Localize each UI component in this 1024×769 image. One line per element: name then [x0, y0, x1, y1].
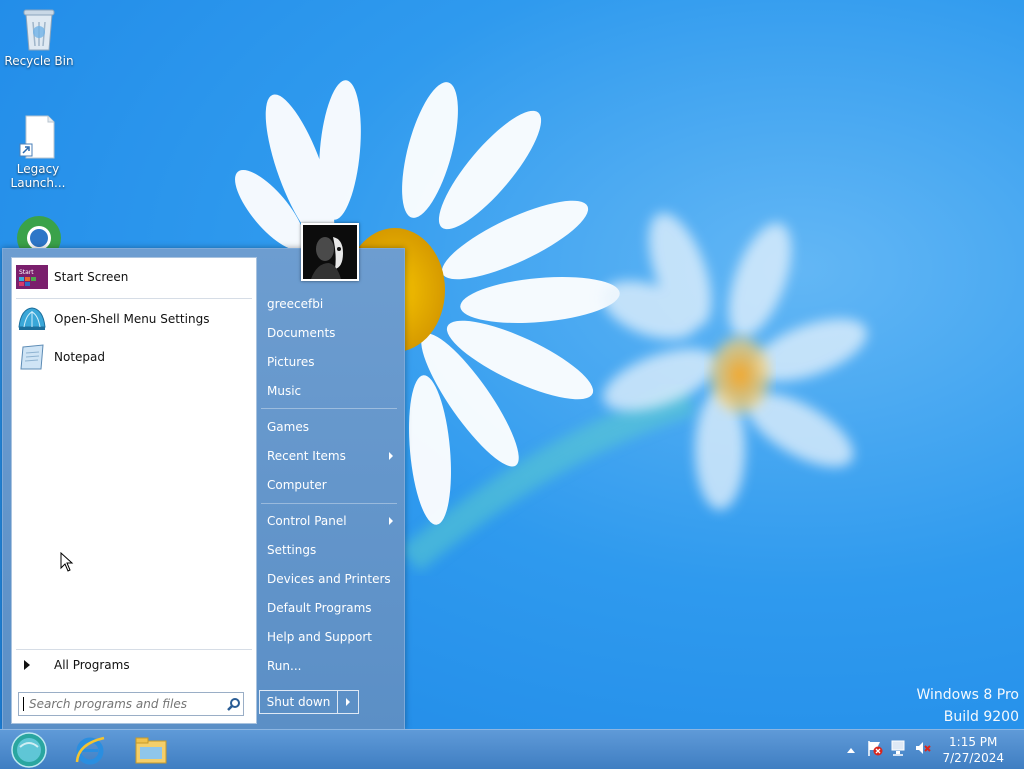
desktop-icon-legacy-launcher[interactable]: Legacy Launch...: [2, 114, 74, 190]
search-icon[interactable]: [225, 697, 243, 711]
taskbar-internet-explorer[interactable]: [61, 730, 119, 769]
menu-item-control-panel[interactable]: Control Panel: [259, 509, 399, 533]
menu-item-label: Help and Support: [267, 630, 372, 644]
start-menu: Start Start Screen Open-Shell Menu Setti…: [2, 223, 405, 730]
menu-item-label: Run...: [267, 659, 302, 673]
user-avatar[interactable]: [301, 223, 359, 281]
action-center-flag-icon[interactable]: [866, 739, 884, 760]
menu-separator: [261, 503, 397, 504]
pinned-item-start-screen[interactable]: Start Start Screen: [16, 262, 252, 292]
desktop-icon-browser[interactable]: [3, 214, 75, 260]
watermark-edition: Windows 8 Pro: [916, 687, 1019, 703]
start-button[interactable]: [0, 730, 58, 769]
pinned-item-notepad[interactable]: Notepad: [16, 342, 252, 372]
menu-item-devices-printers[interactable]: Devices and Printers: [259, 567, 399, 591]
svg-text:Start: Start: [19, 269, 34, 276]
desktop-icon-label: Legacy Launch...: [10, 162, 66, 190]
volume-muted-icon[interactable]: [914, 739, 932, 760]
menu-item-music[interactable]: Music: [259, 379, 399, 403]
menu-item-pictures[interactable]: Pictures: [259, 350, 399, 374]
shutdown-label: Shut down: [266, 695, 331, 709]
shutdown-options-button[interactable]: [338, 691, 358, 713]
all-programs-button[interactable]: All Programs: [16, 654, 252, 676]
windows-version-watermark: Windows 8 Pro Build 9200: [916, 684, 1019, 728]
menu-item-recent-items[interactable]: Recent Items: [259, 444, 399, 468]
chevron-right-icon: [346, 698, 350, 706]
network-icon[interactable]: [890, 739, 908, 760]
pinned-item-label: Open-Shell Menu Settings: [54, 312, 210, 326]
user-name: greecefbi: [267, 297, 324, 311]
pinned-item-label: Notepad: [54, 350, 105, 364]
notepad-icon: [16, 343, 48, 371]
shell-settings-icon: [16, 305, 48, 333]
expand-arrow-icon: [24, 660, 30, 670]
menu-item-games[interactable]: Games: [259, 415, 399, 439]
taskbar-clock[interactable]: 1:15 PM 7/27/2024: [942, 734, 1004, 766]
system-tray: [844, 730, 932, 769]
menu-item-label: Documents: [267, 326, 336, 340]
shutdown-control: Shut down: [259, 690, 359, 714]
search-box[interactable]: [18, 692, 244, 716]
pinned-item-label: Start Screen: [54, 270, 129, 284]
pinned-separator: [16, 298, 252, 299]
submenu-arrow-icon: [389, 452, 393, 460]
menu-item-label: Devices and Printers: [267, 572, 391, 586]
mouse-cursor: [60, 552, 74, 572]
menu-separator: [261, 408, 397, 409]
watermark-build: Build 9200: [943, 709, 1019, 725]
menu-item-label: Computer: [267, 478, 327, 492]
submenu-arrow-icon: [389, 517, 393, 525]
taskbar-file-explorer[interactable]: [122, 730, 180, 769]
pinned-item-open-shell-settings[interactable]: Open-Shell Menu Settings: [16, 304, 252, 334]
menu-item-label: Control Panel: [267, 514, 347, 528]
menu-item-documents[interactable]: Documents: [259, 321, 399, 345]
menu-item-label: Default Programs: [267, 601, 372, 615]
clock-time: 1:15 PM: [949, 735, 998, 749]
search-input[interactable]: [24, 694, 225, 714]
menu-item-label: Pictures: [267, 355, 315, 369]
clock-date: 7/27/2024: [942, 751, 1004, 765]
all-programs-separator: [16, 649, 252, 650]
taskbar: 1:15 PM 7/27/2024: [0, 729, 1024, 769]
start-menu-programs-pane: Start Start Screen Open-Shell Menu Setti…: [11, 257, 257, 724]
menu-item-label: Recent Items: [267, 449, 346, 463]
menu-item-label: Music: [267, 384, 302, 398]
shortcut-file-icon: [18, 114, 58, 160]
start-screen-icon: Start: [16, 263, 48, 291]
recycle-bin-icon: [21, 6, 57, 52]
start-orb-icon: [11, 731, 47, 768]
all-programs-label: All Programs: [54, 658, 130, 672]
internet-explorer-icon: [75, 736, 105, 764]
desktop-icon-recycle-bin[interactable]: Recycle Bin: [3, 6, 75, 68]
menu-item-help-support[interactable]: Help and Support: [259, 625, 399, 649]
menu-item-default-programs[interactable]: Default Programs: [259, 596, 399, 620]
menu-item-label: Games: [267, 420, 309, 434]
shutdown-button[interactable]: Shut down: [260, 691, 338, 713]
menu-item-computer[interactable]: Computer: [259, 473, 399, 497]
menu-item-settings[interactable]: Settings: [259, 538, 399, 562]
browser-icon: [16, 214, 62, 260]
user-name-link[interactable]: greecefbi: [259, 292, 399, 316]
file-explorer-icon: [135, 737, 167, 763]
menu-item-label: Settings: [267, 543, 317, 557]
desktop-icon-label: Recycle Bin: [4, 54, 74, 68]
show-hidden-icons-chevron[interactable]: [844, 747, 858, 753]
menu-item-run[interactable]: Run...: [259, 654, 399, 678]
